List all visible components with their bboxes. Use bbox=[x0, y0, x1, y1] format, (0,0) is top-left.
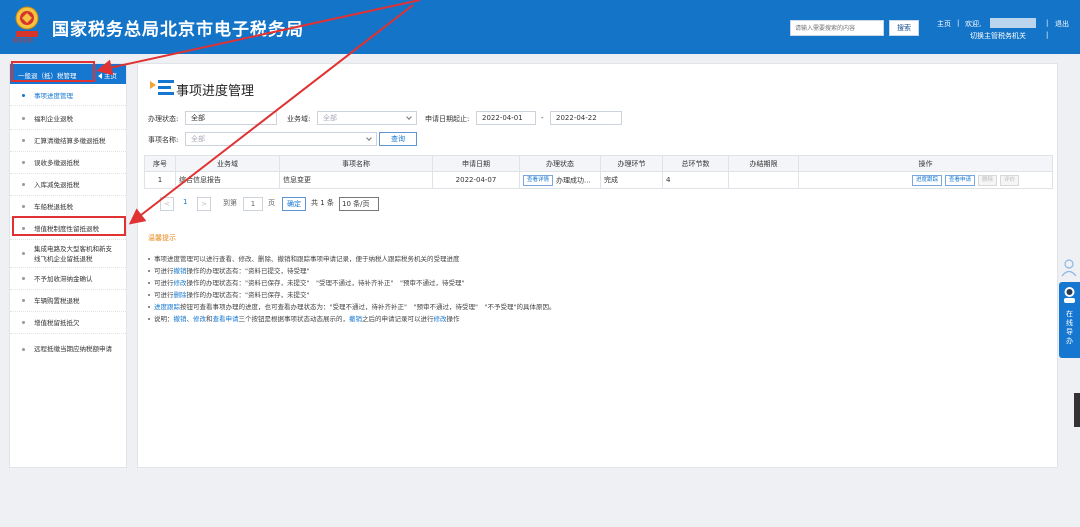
annotation-arrow-to-vat-refund bbox=[128, 4, 414, 225]
annotation-arrows bbox=[96, 0, 421, 225]
annotation-arrow-to-section bbox=[96, 0, 421, 76]
